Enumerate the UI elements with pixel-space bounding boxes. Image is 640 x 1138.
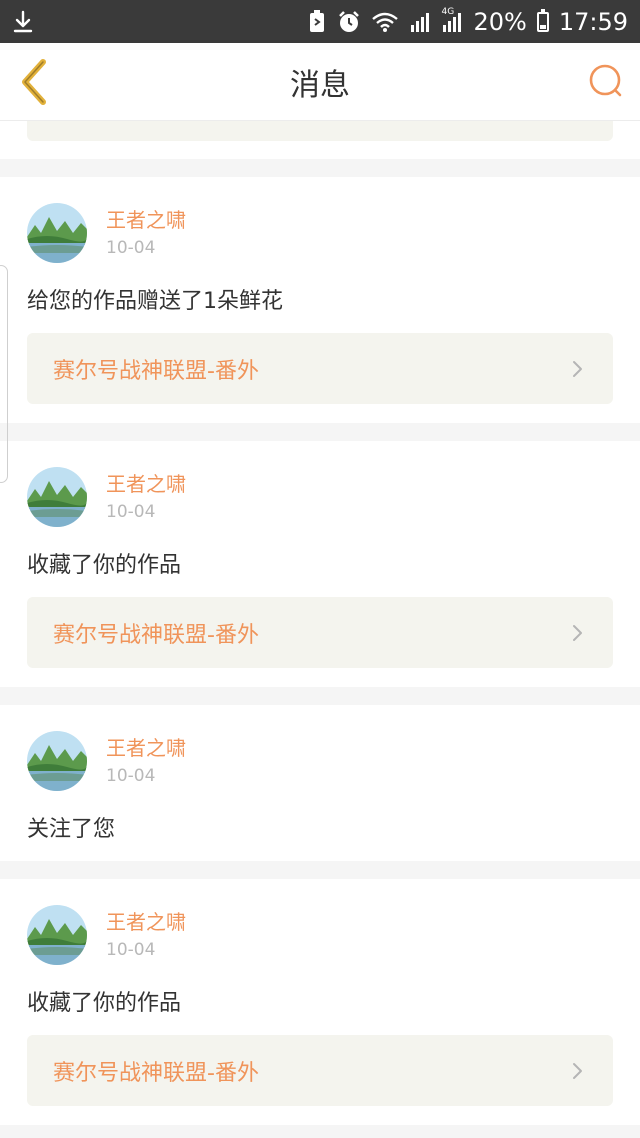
message-text: 收藏了你的作品	[27, 553, 182, 578]
message-text: 收藏了你的作品	[27, 991, 182, 1016]
message-date: 10-04	[106, 766, 156, 786]
user-row[interactable]: 王者之啸 10-04	[27, 905, 186, 965]
work-link-partial[interactable]	[27, 121, 613, 141]
signal-4g-icon: 4G	[441, 7, 463, 33]
vibrate-icon	[307, 9, 327, 34]
search-button[interactable]	[586, 61, 626, 101]
chevron-right-icon	[573, 360, 582, 377]
message-text: 关注了您	[27, 817, 116, 842]
wifi-icon	[371, 11, 399, 33]
user-name[interactable]: 王者之啸	[106, 909, 186, 935]
list-item: 王者之啸 10-04 收藏了你的作品 赛尔号战神联盟-番外	[0, 879, 640, 1125]
alarm-icon	[337, 10, 361, 34]
work-title: 赛尔号战神联盟-番外	[53, 622, 259, 648]
battery-icon	[536, 8, 549, 32]
message-date: 10-04	[106, 238, 156, 258]
work-link[interactable]: 赛尔号战神联盟-番外	[27, 333, 613, 404]
work-link[interactable]: 赛尔号战神联盟-番外	[27, 1035, 613, 1106]
list-item-partial	[0, 121, 640, 159]
list-item: 王者之啸 10-04 收藏了你的作品 赛尔号战神联盟-番外	[0, 441, 640, 687]
battery-percent: 20%	[473, 7, 527, 36]
user-row[interactable]: 王者之啸 10-04	[27, 467, 186, 527]
message-list[interactable]: 王者之啸 10-04 给您的作品赠送了1朵鲜花 赛尔号战神联盟-番外 王者之啸 …	[0, 121, 640, 1138]
page-title: 消息	[290, 68, 350, 103]
work-link[interactable]: 赛尔号战神联盟-番外	[27, 597, 613, 668]
user-name[interactable]: 王者之啸	[106, 207, 186, 233]
message-text: 给您的作品赠送了1朵鲜花	[27, 289, 283, 314]
search-icon	[589, 64, 622, 97]
work-title: 赛尔号战神联盟-番外	[53, 358, 259, 384]
avatar[interactable]	[27, 203, 87, 263]
signal-icon	[409, 11, 431, 33]
user-name[interactable]: 王者之啸	[106, 471, 186, 497]
work-title: 赛尔号战神联盟-番外	[53, 1060, 259, 1086]
message-date: 10-04	[106, 940, 156, 960]
chevron-right-icon	[573, 624, 582, 641]
clock: 17:59	[558, 7, 628, 36]
avatar[interactable]	[27, 467, 87, 527]
network-label: 4G	[441, 6, 455, 17]
chevron-right-icon	[573, 1062, 582, 1079]
edge-pull-tab[interactable]	[0, 265, 8, 483]
status-bar: 4G 20% 17:59	[0, 0, 640, 43]
list-item: 王者之啸 10-04 关注了您	[0, 705, 640, 861]
avatar[interactable]	[27, 731, 87, 791]
user-row[interactable]: 王者之啸 10-04	[27, 731, 186, 791]
user-name[interactable]: 王者之啸	[106, 735, 186, 761]
download-icon	[12, 10, 34, 34]
list-item: 王者之啸 10-04 给您的作品赠送了1朵鲜花 赛尔号战神联盟-番外	[0, 177, 640, 423]
app-header: 消息	[0, 43, 640, 121]
message-date: 10-04	[106, 502, 156, 522]
user-row[interactable]: 王者之啸 10-04	[27, 203, 186, 263]
avatar[interactable]	[27, 905, 87, 965]
